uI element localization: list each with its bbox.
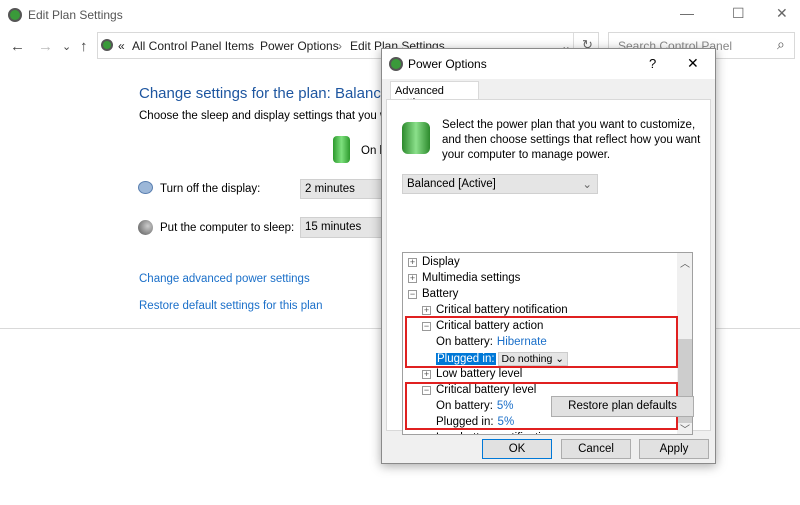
- tree-item-label: On battery:: [436, 400, 493, 412]
- collapse-icon[interactable]: −: [422, 386, 431, 395]
- restore-default-settings-link[interactable]: Restore default settings for this plan: [139, 300, 322, 312]
- tree-item[interactable]: On battery: Hibernate: [436, 336, 547, 352]
- tree-item-label: Low battery level: [436, 368, 523, 380]
- breadcrumb-separator: ›: [338, 39, 342, 53]
- description-line: Select the power plan that you want to c…: [442, 119, 696, 131]
- description: Select the power plan that you want to c…: [442, 118, 700, 163]
- tree-item[interactable]: Plugged in: Do nothing ⌄: [436, 352, 569, 368]
- advanced-settings-panel: Select the power plan that you want to c…: [386, 99, 711, 435]
- maximize-button[interactable]: ☐: [732, 5, 745, 22]
- apply-button[interactable]: Apply: [639, 439, 709, 459]
- control-panel-icon: [101, 39, 113, 51]
- collapse-icon[interactable]: −: [422, 322, 431, 331]
- setting-value-link[interactable]: 5%: [497, 400, 514, 412]
- power-plan-select[interactable]: Balanced [Active] ⌄: [402, 174, 598, 194]
- breadcrumb-overflow[interactable]: «: [118, 39, 125, 53]
- expand-icon[interactable]: +: [424, 434, 429, 435]
- page-title: Change settings for the plan: Balanced: [139, 85, 398, 102]
- help-button[interactable]: ?: [649, 56, 656, 71]
- breadcrumb-power-options[interactable]: Power Options: [260, 39, 339, 53]
- search-icon[interactable]: ⌕: [777, 36, 785, 53]
- tab-advanced-settings[interactable]: Advanced settings: [390, 81, 479, 109]
- change-advanced-power-settings-link[interactable]: Change advanced power settings: [139, 273, 310, 285]
- tree-item-label: Multimedia settings: [422, 272, 521, 284]
- setting-value-link[interactable]: Hibernate: [497, 336, 547, 348]
- close-button[interactable]: ✕: [776, 5, 788, 22]
- power-options-dialog: Power Options ? ✕ Advanced settings Sele…: [381, 48, 716, 464]
- tree-item[interactable]: + Critical battery notification: [422, 304, 568, 320]
- cancel-button[interactable]: Cancel: [561, 439, 631, 459]
- description-line: and then choose settings that reflect ho…: [442, 134, 701, 146]
- tree-item-label: On battery:: [436, 336, 493, 348]
- tree-item[interactable]: On battery: 5%: [436, 400, 514, 416]
- power-options-icon: [8, 8, 22, 22]
- sleep-moon-icon: [138, 220, 153, 235]
- scroll-up-icon[interactable]: ︿: [680, 255, 690, 270]
- description-line: your computer to manage power.: [442, 149, 611, 161]
- tree-item[interactable]: + Low battery level: [422, 368, 522, 384]
- tree-item[interactable]: − Battery: [408, 288, 458, 304]
- tree-item-label: Low battery notification: [436, 432, 554, 434]
- dialog-close-button[interactable]: ✕: [687, 55, 699, 72]
- tree-item[interactable]: + Low battery notification: [422, 432, 554, 435]
- display-icon: [138, 181, 153, 194]
- expand-icon[interactable]: +: [408, 258, 417, 267]
- tree-item-label: Critical battery action: [436, 320, 544, 332]
- tree-item-label: Plugged in:: [436, 353, 496, 365]
- title-bar: Edit Plan Settings — ☐ ✕: [0, 0, 800, 30]
- back-button[interactable]: ←: [10, 38, 25, 55]
- power-plan-value: Balanced [Active]: [407, 178, 496, 190]
- chevron-down-icon: ⌄: [582, 179, 592, 191]
- breadcrumb-all-control-panel-items[interactable]: All Control Panel Items: [132, 39, 254, 53]
- chevron-down-icon: ⌄: [552, 353, 565, 365]
- dialog-title: Power Options: [408, 57, 487, 71]
- tree-item-label: Battery: [422, 288, 459, 300]
- ok-button[interactable]: OK: [482, 439, 552, 459]
- battery-icon: [333, 136, 350, 163]
- dialog-title-bar: Power Options ? ✕: [382, 49, 715, 79]
- tree-item[interactable]: + Multimedia settings: [408, 272, 520, 288]
- setting-value-link[interactable]: 5%: [498, 416, 515, 428]
- expand-icon[interactable]: +: [422, 306, 431, 315]
- tree-item[interactable]: + Display: [408, 256, 460, 272]
- breadcrumb-separator: ›: [248, 39, 252, 53]
- tree-item[interactable]: − Critical battery level: [422, 384, 536, 400]
- scroll-down-icon[interactable]: ﹀: [680, 421, 690, 434]
- recent-locations-button[interactable]: ⌄: [62, 40, 71, 53]
- expand-icon[interactable]: +: [408, 274, 417, 283]
- sleep-label: Put the computer to sleep:: [160, 222, 295, 234]
- tree-item[interactable]: − Critical battery action: [422, 320, 543, 336]
- power-options-icon: [389, 57, 403, 71]
- minimize-button[interactable]: —: [680, 5, 694, 21]
- restore-plan-defaults-button[interactable]: Restore plan defaults: [551, 396, 694, 417]
- plugged-in-action-select[interactable]: Do nothing ⌄: [497, 352, 569, 366]
- tree-item[interactable]: Plugged in: 5%: [436, 416, 514, 432]
- tree-item-label: Critical battery level: [436, 384, 537, 396]
- window-title: Edit Plan Settings: [28, 8, 123, 22]
- power-plan-icon: [402, 122, 430, 154]
- tree-item-label: Display: [422, 256, 460, 268]
- expand-icon[interactable]: +: [422, 370, 431, 379]
- forward-button[interactable]: →: [38, 38, 53, 55]
- collapse-icon[interactable]: −: [408, 290, 417, 299]
- tree-item-label: Critical battery notification: [436, 304, 568, 316]
- up-button[interactable]: ↑: [80, 38, 88, 55]
- display-label: Turn off the display:: [160, 183, 261, 195]
- tree-item-label: Plugged in:: [436, 416, 494, 428]
- select-value: Do nothing: [501, 353, 553, 365]
